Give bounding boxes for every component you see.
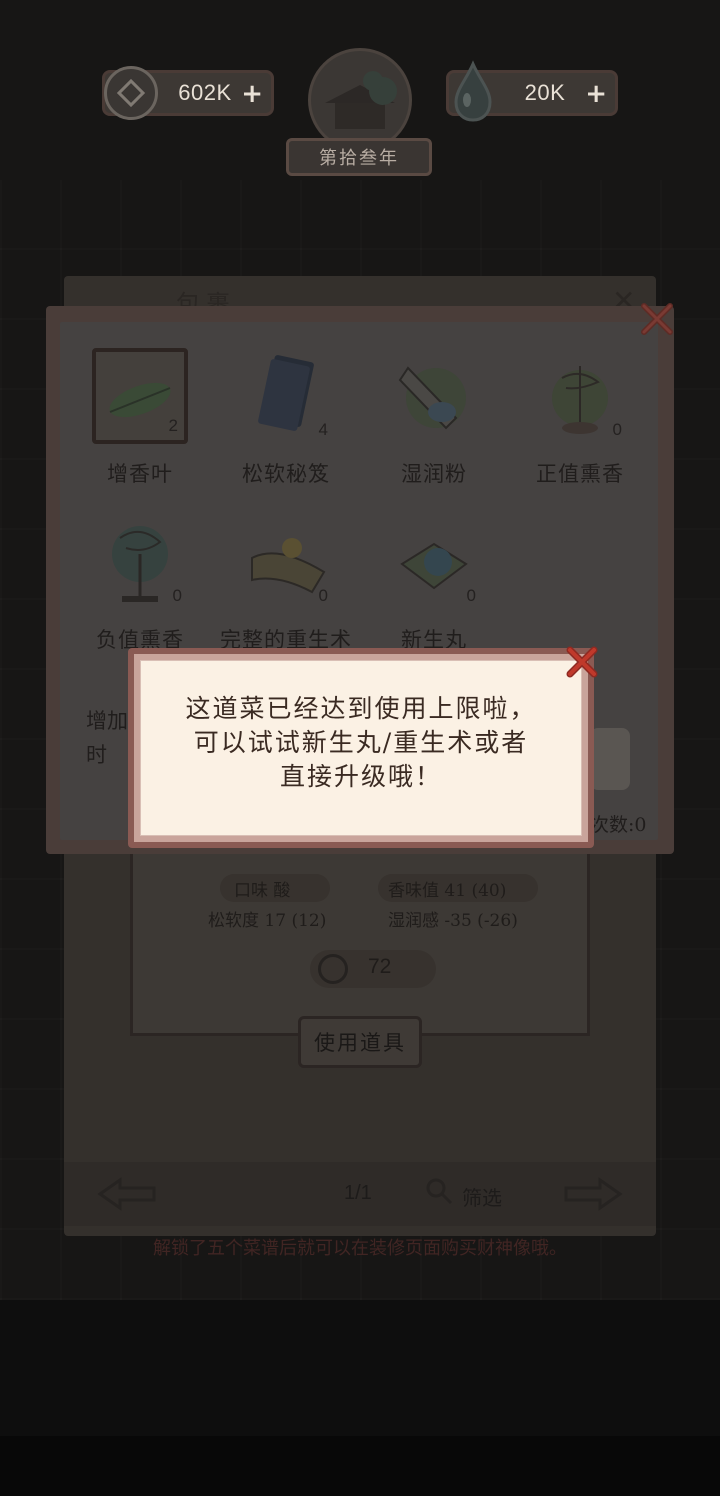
item-count: 0 — [172, 586, 182, 605]
item-name: 湿润粉 — [401, 462, 467, 486]
inventory-item-positive-incense[interactable]: 0 正值熏香 — [510, 348, 650, 488]
bottom-navigation-bar — [0, 1436, 720, 1496]
search-icon[interactable] — [424, 1176, 454, 1206]
soul-value: 20K — [524, 80, 566, 105]
price-value: 72 — [368, 955, 392, 978]
item-count: 0 — [466, 586, 476, 605]
inventory-item-rebirth-scroll[interactable]: 0 完整的重生术 — [216, 514, 356, 654]
softness-stat: 松软度 17 (12) — [208, 911, 327, 931]
inventory-item-aroma-leaf[interactable]: 2 增香叶 — [70, 348, 210, 488]
item-slot: 2 — [92, 348, 188, 444]
item-slot: 4 — [238, 348, 334, 444]
partial-item-slot — [590, 728, 630, 790]
soul-drop-icon — [454, 60, 492, 122]
add-coins-button[interactable]: + — [241, 81, 263, 107]
add-soul-button[interactable]: + — [585, 81, 607, 107]
item-slot: 0 — [238, 514, 334, 610]
filter-button[interactable]: 筛选 — [462, 1182, 502, 1211]
use-item-button[interactable]: 使用道具 — [298, 1016, 422, 1068]
hint-text: 解锁了五个菜谱后就可以在装修页面购买财神像哦。 — [153, 1238, 567, 1259]
moisture-stat: 湿润感 -35 (-26) — [388, 911, 518, 931]
dialog-message: 这道菜已经达到使用上限啦， 可以试试新生丸/重生术或者 直接升级哦！ — [140, 692, 582, 794]
item-name: 松软秘笈 — [242, 462, 330, 486]
year-badge[interactable]: 第拾叁年 — [286, 46, 432, 176]
inventory-item-new-life-pill[interactable]: 0 新生丸 — [364, 514, 504, 654]
item-count: 4 — [318, 420, 328, 439]
prev-page-arrow-icon[interactable] — [96, 1176, 158, 1212]
year-label: 第拾叁年 — [286, 138, 432, 176]
restaurant-icon — [308, 48, 412, 152]
item-slot — [386, 348, 482, 444]
item-name: 正值熏香 — [536, 462, 624, 486]
taste-stat: 口味 酸 — [234, 881, 291, 901]
inventory-item-negative-incense[interactable]: 0 负值熏香 — [70, 514, 210, 654]
inventory-close-icon[interactable] — [636, 298, 678, 340]
aroma-stat: 香味值 41 (40) — [388, 881, 507, 901]
dialog-message-line: 这道菜已经达到使用上限啦， — [185, 694, 537, 723]
coin-icon — [318, 954, 348, 984]
inventory-item-moist-powder[interactable]: 湿润粉 — [364, 348, 504, 488]
item-slot: 0 — [92, 514, 188, 610]
item-count: 2 — [168, 416, 178, 435]
item-slot: 0 — [532, 348, 628, 444]
dialog-message-line: 直接升级哦！ — [279, 762, 442, 791]
item-slot: 0 — [386, 514, 482, 610]
coin-value: 602K — [178, 80, 232, 105]
next-page-arrow-icon[interactable] — [562, 1176, 624, 1212]
powder-bag-icon — [398, 366, 466, 430]
item-count: 0 — [612, 420, 622, 439]
item-name: 增香叶 — [107, 462, 173, 486]
inventory-item-soft-manual[interactable]: 4 松软秘笈 — [216, 348, 356, 488]
dialog-message-line: 可以试试新生丸/重生术或者 — [193, 728, 529, 757]
page-number: 1/1 — [344, 1182, 372, 1204]
usage-count: 次数:0 — [590, 814, 647, 836]
item-count: 0 — [318, 586, 328, 605]
partial-item-name: 增加 时 — [86, 709, 128, 767]
coin-icon — [104, 66, 158, 120]
dialog-close-icon[interactable] — [562, 642, 602, 682]
